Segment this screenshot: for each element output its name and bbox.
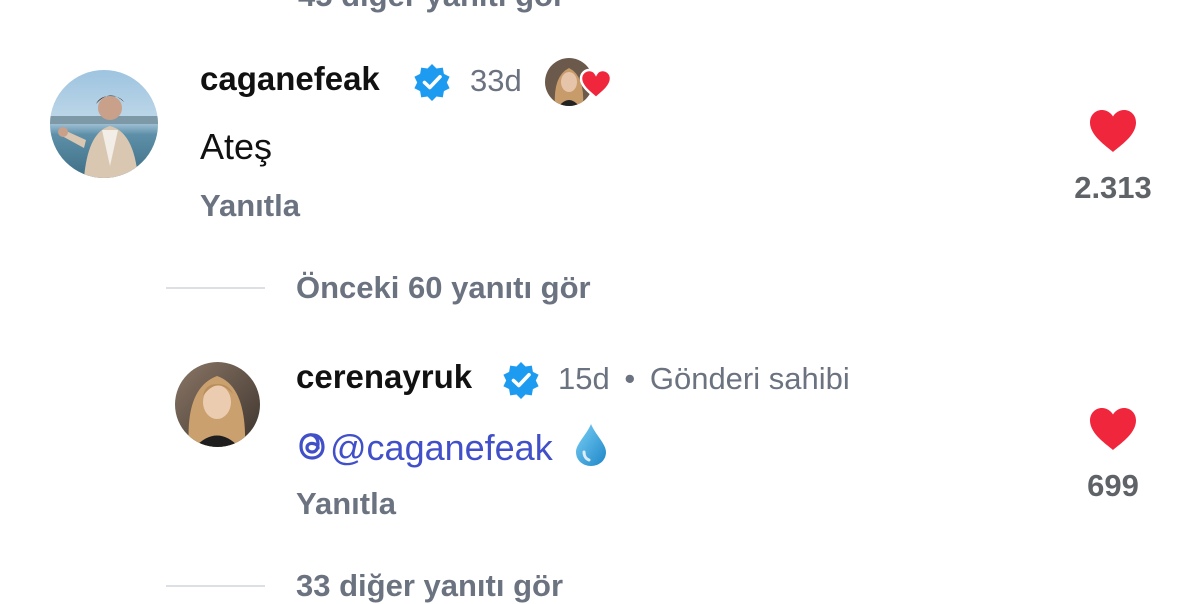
reply-username[interactable]: cerenayruk xyxy=(296,358,472,396)
comment-text: Ateş xyxy=(200,126,273,167)
view-more-replies-top-link[interactable]: 45 diğer yanıtı gör xyxy=(298,0,565,14)
like-button[interactable] xyxy=(1088,108,1138,159)
view-more-replies-link[interactable]: 33 diğer yanıtı gör xyxy=(296,568,563,604)
thread-divider-line xyxy=(166,585,265,587)
thread-divider-line xyxy=(166,287,265,289)
like-count: 2.313 xyxy=(1074,170,1152,205)
like-count: 699 xyxy=(1087,468,1139,503)
author-liked-badge xyxy=(545,58,617,108)
mention-text[interactable]: @caganefeak xyxy=(330,427,553,468)
like-button[interactable] xyxy=(1088,406,1138,457)
verified-badge-icon xyxy=(412,62,452,102)
comment-timestamp: 33d xyxy=(470,63,522,98)
reply-time: 15d xyxy=(558,361,610,396)
reply-button[interactable]: Yanıtla xyxy=(200,188,300,224)
heart-icon xyxy=(579,68,613,105)
reply-button[interactable]: Yanıtla xyxy=(296,486,396,522)
droplet-emoji xyxy=(573,422,609,477)
view-previous-replies-link[interactable]: Önceki 60 yanıtı gör xyxy=(296,270,591,306)
avatar-caganefeak[interactable] xyxy=(50,70,158,178)
separator-dot: • xyxy=(624,361,636,396)
avatar-cerenayruk[interactable] xyxy=(175,362,260,447)
reply-text: @caganefeak xyxy=(296,422,609,477)
threads-logo-icon xyxy=(296,429,328,472)
comment-username[interactable]: caganefeak xyxy=(200,60,380,98)
reply-timestamp: 15d • Gönderi sahibi xyxy=(558,361,850,397)
verified-badge-icon xyxy=(501,360,541,400)
post-owner-label: Gönderi sahibi xyxy=(649,361,850,396)
mention-link[interactable]: @caganefeak xyxy=(296,427,563,468)
